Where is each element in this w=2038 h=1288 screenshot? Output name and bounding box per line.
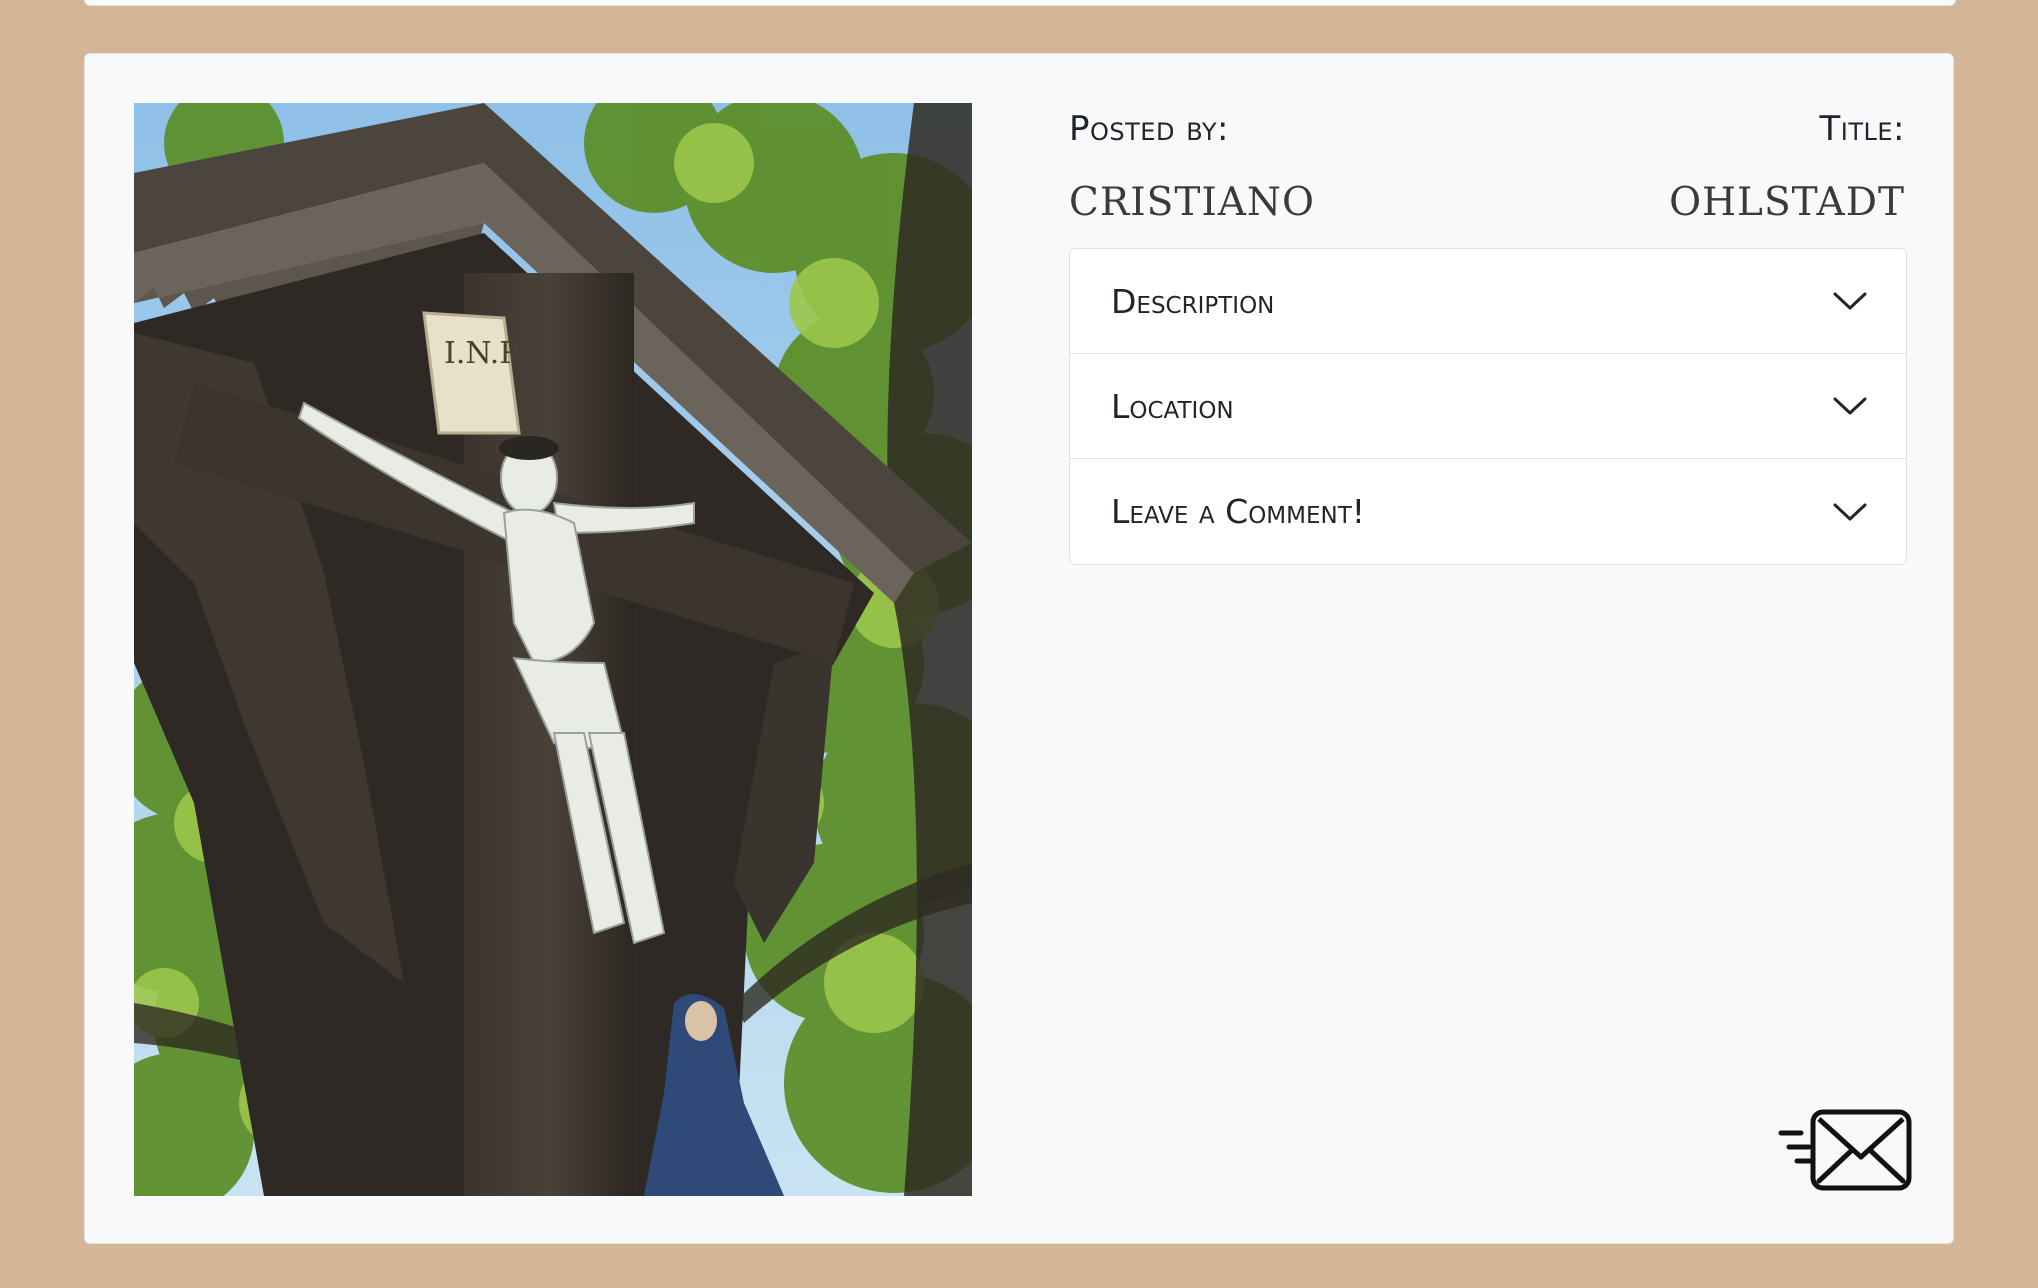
accordion-location-header[interactable]: Location [1070, 354, 1906, 459]
post-meta-labels: Posted by: Title: [1069, 109, 1905, 149]
post-title: OHLSTADT [1669, 180, 1905, 225]
title-label: Title: [1819, 109, 1905, 149]
post-photo[interactable]: I.N.R.I [134, 103, 972, 1196]
chevron-down-icon [1833, 292, 1867, 310]
author-name: CRISTIANO [1069, 180, 1316, 225]
send-mail-icon [1778, 1109, 1912, 1191]
send-mail-button[interactable] [1775, 1109, 1913, 1193]
inri-plaque-text: I.N.R.I [444, 336, 543, 371]
chevron-down-icon [1833, 503, 1867, 520]
wayside-crucifix-image: I.N.R.I [134, 103, 972, 1196]
chevron-down-icon [1833, 397, 1867, 415]
accordion-comment-header[interactable]: Leave a Comment! [1070, 459, 1906, 564]
posted-by-label: Posted by: [1069, 109, 1230, 149]
post-meta-values: CRISTIANO OHLSTADT [1069, 180, 1905, 225]
post-card: I.N.R.I Posted by: Title: CRISTIANO OHLS… [84, 53, 1954, 1244]
post-details-accordion: Description Location Leave a Comment! [1069, 248, 1907, 565]
accordion-description-header[interactable]: Description [1070, 249, 1906, 354]
previous-post-card [84, 0, 1956, 6]
accordion-comment-label: Leave a Comment! [1111, 492, 1366, 531]
accordion-location-label: Location [1111, 386, 1234, 426]
accordion-description-label: Description [1111, 281, 1275, 321]
